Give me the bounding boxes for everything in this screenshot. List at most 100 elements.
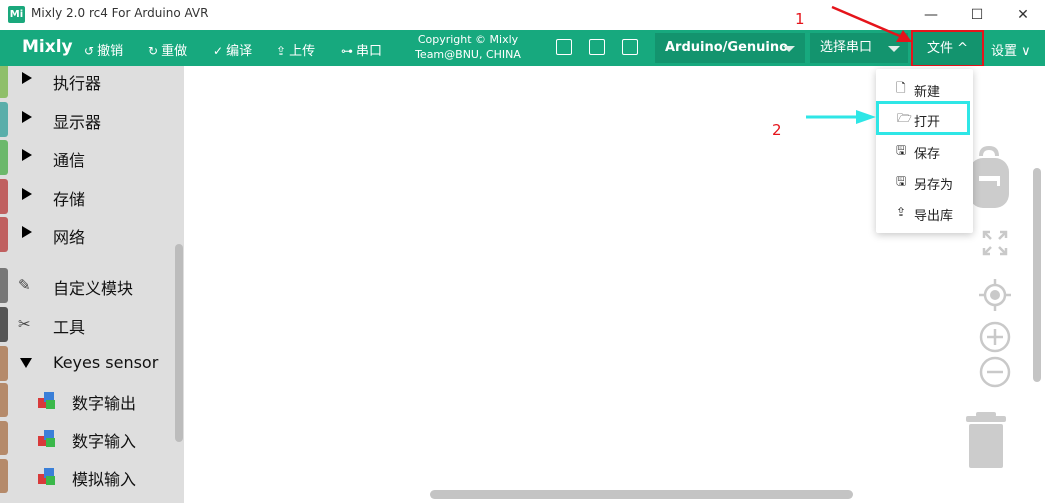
menu-item-save-as[interactable]: 🖫 另存为	[876, 168, 973, 196]
save-as-icon: 🖫	[896, 174, 907, 188]
check-icon: ✓	[213, 44, 224, 58]
category-network[interactable]: 网络	[0, 215, 184, 254]
fullscreen-icon[interactable]	[982, 230, 1008, 256]
category-color-bar	[0, 66, 8, 98]
folder-open-icon: 🗁	[897, 111, 912, 125]
minimize-button[interactable]: —	[908, 0, 954, 30]
file-dropdown-menu: 🗋 新建 🗁 打开 🖫 保存 🖫 另存为 ⇪ 导出库	[876, 69, 973, 233]
compile-label: 编译	[226, 44, 253, 59]
file-menu-button[interactable]: 文件 ^	[911, 30, 984, 67]
category-label: 存储	[53, 190, 86, 209]
category-communication[interactable]: 通信	[0, 138, 184, 177]
undo-button[interactable]: ↺ 撤销	[84, 40, 123, 59]
sensor-block-icon	[38, 392, 56, 409]
menu-item-new[interactable]: 🗋 新建	[876, 75, 973, 103]
category-color-bar	[0, 421, 8, 455]
category-label: 执行器	[53, 74, 102, 93]
close-button[interactable]: ✕	[1000, 0, 1045, 30]
workspace-vertical-scrollbar[interactable]	[1033, 168, 1041, 382]
category-label: 网络	[53, 228, 86, 247]
expand-arrow-icon	[22, 111, 32, 123]
workspace-horizontal-scrollbar[interactable]	[430, 490, 853, 499]
port-select[interactable]: 选择串口	[810, 33, 908, 63]
compile-button[interactable]: ✓ 编译	[213, 40, 252, 59]
subcategory-digital-input[interactable]: 数字输入	[0, 419, 184, 457]
mixly-window: Mi Mixly 2.0 rc4 For Arduino AVR — ☐ ✕ M…	[0, 0, 1045, 503]
category-keyes-sensor[interactable]: Keyes sensor	[0, 344, 184, 383]
code-view-icon[interactable]	[622, 39, 638, 55]
copyright-line-1: Copyright © Mixly	[417, 33, 519, 46]
chevron-down-icon: ∨	[1017, 44, 1031, 59]
title-bar: Mi Mixly 2.0 rc4 For Arduino AVR — ☐ ✕	[0, 0, 1045, 30]
annotation-step-2: 2	[772, 121, 782, 139]
tools-icon: ✂	[18, 315, 31, 333]
trash-icon[interactable]	[964, 410, 1008, 470]
category-color-bar	[0, 307, 8, 342]
save-icon: 🖫	[896, 143, 907, 157]
settings-label: 设置	[991, 44, 1018, 59]
category-tools[interactable]: ✂ 工具	[0, 305, 184, 344]
subcategory-digital-output[interactable]: 数字输出	[0, 381, 184, 419]
subcategory-analog-input[interactable]: 模拟输入	[0, 457, 184, 495]
export-icon: ⇪	[896, 205, 907, 219]
expand-arrow-icon	[22, 149, 32, 161]
file-menu-label: 文件	[926, 41, 953, 56]
category-custom-module[interactable]: ✎ 自定义模块	[0, 266, 184, 305]
category-label: 显示器	[53, 113, 102, 132]
category-actuator[interactable]: 执行器	[0, 66, 184, 100]
category-storage[interactable]: 存储	[0, 177, 184, 216]
menu-item-save[interactable]: 🖫 保存	[876, 137, 973, 165]
recenter-icon[interactable]	[979, 279, 1011, 311]
chevron-down-icon	[783, 46, 795, 52]
blocks-view-icon[interactable]	[556, 39, 572, 55]
menu-item-export-library[interactable]: ⇪ 导出库	[876, 199, 973, 227]
serial-button[interactable]: ⊶ 串口	[341, 40, 382, 59]
redo-label: 重做	[161, 44, 188, 59]
board-select-value: Arduino/Genuino	[665, 40, 789, 55]
copyright-text: Copyright © Mixly Team@BNU, CHINA	[408, 32, 528, 62]
subcategory-label: 模拟输入	[72, 470, 137, 489]
expand-arrow-icon	[22, 72, 32, 84]
mixly-app-icon: Mi	[8, 6, 25, 23]
board-select[interactable]: Arduino/Genuino	[655, 33, 805, 63]
category-label: 自定义模块	[53, 279, 134, 298]
settings-button[interactable]: 设置 ∨	[991, 40, 1031, 59]
sensor-block-icon	[38, 430, 56, 447]
menu-item-open[interactable]: 🗁 打开	[876, 101, 970, 135]
category-label: Keyes sensor	[53, 353, 159, 372]
category-label: 工具	[53, 318, 86, 337]
zoom-in-icon[interactable]	[979, 321, 1011, 353]
window-title: Mixly 2.0 rc4 For Arduino AVR	[31, 6, 209, 20]
category-color-bar	[0, 459, 8, 493]
pen-icon: ✎	[18, 276, 31, 294]
redo-button[interactable]: ↻ 重做	[148, 40, 187, 59]
category-color-bar	[0, 179, 8, 214]
upload-button[interactable]: ⇪ 上传	[276, 40, 315, 59]
category-label: 通信	[53, 151, 86, 170]
split-view-icon[interactable]	[589, 39, 605, 55]
sidebar-scrollbar[interactable]	[175, 244, 183, 442]
maximize-button[interactable]: ☐	[954, 0, 1000, 30]
category-color-bar	[0, 268, 8, 303]
block-category-sidebar: 执行器 显示器 通信 存储 网络 ✎ 自定义模块 ✂ 工具 Keyes sens…	[0, 66, 184, 503]
zoom-out-icon[interactable]	[979, 356, 1011, 388]
subcategory-label: 数字输入	[72, 432, 137, 451]
menu-item-label: 打开	[914, 115, 941, 130]
annotation-step-1: 1	[795, 10, 805, 28]
upload-label: 上传	[289, 44, 316, 59]
undo-icon: ↺	[84, 44, 95, 58]
sensor-block-icon	[38, 468, 56, 485]
brand-logo[interactable]: Mixly	[22, 37, 73, 57]
port-select-value: 选择串口	[820, 40, 873, 55]
upload-icon: ⇪	[276, 44, 287, 58]
serial-label: 串口	[356, 44, 383, 59]
redo-icon: ↻	[148, 44, 159, 58]
category-display[interactable]: 显示器	[0, 100, 184, 139]
expand-arrow-icon	[22, 226, 32, 238]
menu-item-label: 另存为	[914, 178, 954, 193]
category-color-bar	[0, 217, 8, 252]
new-file-icon: 🗋	[896, 81, 906, 95]
chevron-down-icon	[888, 46, 900, 52]
undo-label: 撤销	[97, 44, 124, 59]
category-color-bar	[0, 346, 8, 381]
